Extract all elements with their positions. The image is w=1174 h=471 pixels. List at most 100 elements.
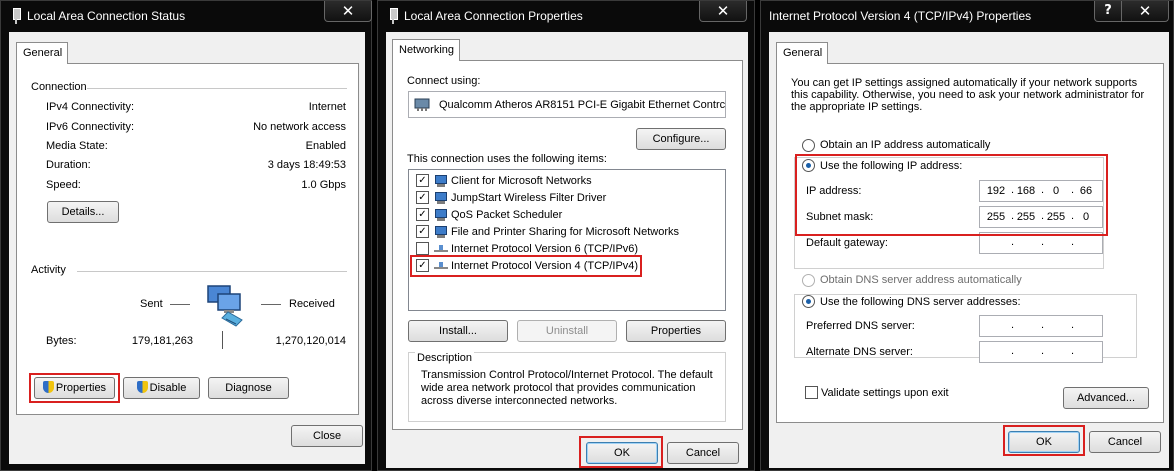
- sent-line: [170, 304, 190, 305]
- ipv6-connectivity-label: IPv6 Connectivity:: [46, 121, 135, 133]
- tab-general[interactable]: General: [16, 42, 68, 64]
- connection-heading: Connection: [31, 81, 87, 93]
- status-window-title: Local Area Connection Status: [27, 9, 186, 23]
- ip-octet: 192: [986, 185, 1006, 197]
- description-heading: Description: [415, 352, 475, 364]
- items-list: ✓ Client for Microsoft Networks ✓ JumpSt…: [408, 169, 726, 311]
- help-icon[interactable]: ?: [1094, 1, 1122, 22]
- ipv4-cancel-button[interactable]: Cancel: [1089, 431, 1161, 453]
- ipv4-ok-button[interactable]: OK: [1008, 431, 1080, 453]
- obtain-ip-auto-label[interactable]: Obtain an IP address automatically: [820, 139, 990, 151]
- networking-tab-panel: Connect using: Qualcomm Atheros AR8151 P…: [392, 60, 743, 430]
- list-item[interactable]: ✓ QoS Packet Scheduler: [409, 207, 725, 224]
- default-gateway-label: Default gateway:: [806, 237, 888, 249]
- bytes-received-value: 1,270,120,014: [275, 335, 346, 347]
- network-client-icon: [434, 209, 448, 222]
- speed-value: 1.0 Gbps: [301, 179, 346, 191]
- list-item[interactable]: ✓ JumpStart Wireless Filter Driver: [409, 190, 725, 207]
- use-following-ip-radio[interactable]: [802, 159, 815, 172]
- status-close-icon[interactable]: ✕: [324, 1, 372, 22]
- item-checkbox[interactable]: ✓: [416, 225, 429, 238]
- intro-text: You can get IP settings assigned automat…: [791, 77, 1145, 113]
- activity-heading: Activity: [31, 264, 66, 276]
- network-plug-icon: [387, 8, 399, 24]
- item-checkbox[interactable]: ✓: [416, 208, 429, 221]
- status-window: Local Area Connection Status ✕ General C…: [0, 0, 372, 471]
- item-checkbox[interactable]: ✓: [416, 191, 429, 204]
- properties-close-icon[interactable]: ✕: [699, 1, 747, 22]
- ip-octet: 168: [1016, 185, 1036, 197]
- ip-octet: 0: [1052, 185, 1060, 197]
- obtain-dns-auto-radio[interactable]: [802, 274, 815, 287]
- close-button[interactable]: Close: [291, 425, 363, 447]
- alternate-dns-field[interactable]: . . .: [979, 341, 1103, 363]
- ip-octet: 255: [986, 211, 1006, 223]
- protocol-icon: [434, 260, 448, 272]
- uninstall-button[interactable]: Uninstall: [517, 320, 617, 342]
- adapter-box: Qualcomm Atheros AR8151 PCI-E Gigabit Et…: [408, 91, 726, 118]
- obtain-ip-auto-radio[interactable]: [802, 139, 815, 152]
- ipv6-connectivity-value: No network access: [253, 121, 346, 133]
- validate-checkbox[interactable]: [805, 386, 818, 399]
- list-item[interactable]: Internet Protocol Version 6 (TCP/IPv6): [409, 241, 725, 258]
- media-state-value: Enabled: [305, 140, 346, 152]
- ipv4-titlebar[interactable]: Internet Protocol Version 4 (TCP/IPv4) P…: [761, 1, 1173, 31]
- ip-dot: .: [1071, 319, 1075, 331]
- obtain-dns-auto-label[interactable]: Obtain DNS server address automatically: [820, 274, 1022, 286]
- ip-dot: .: [1071, 345, 1075, 357]
- ipv4-close-icon[interactable]: ✕: [1121, 1, 1169, 22]
- disable-button-label: Disable: [149, 382, 187, 394]
- ok-button[interactable]: OK: [586, 442, 658, 464]
- properties-window: Local Area Connection Properties ✕ Netwo…: [377, 0, 755, 471]
- use-following-dns-label[interactable]: Use the following DNS server addresses:: [820, 296, 1024, 308]
- alternate-dns-label: Alternate DNS server:: [806, 346, 913, 358]
- tab-general[interactable]: General: [776, 42, 828, 64]
- duration-label: Duration:: [46, 159, 91, 171]
- disable-button[interactable]: Disable: [123, 377, 200, 399]
- advanced-button[interactable]: Advanced...: [1063, 387, 1149, 409]
- bytes-separator: [222, 331, 223, 349]
- activity-divider: [77, 271, 347, 272]
- received-label: Received: [289, 298, 335, 310]
- properties-button-label: Properties: [55, 382, 107, 394]
- status-titlebar[interactable]: Local Area Connection Status ✕: [1, 1, 372, 31]
- ip-dot: .: [1011, 236, 1015, 248]
- list-item[interactable]: ✓ File and Printer Sharing for Microsoft…: [409, 224, 725, 241]
- subnet-mask-field[interactable]: 255 . 255 . 255 . 0: [979, 206, 1103, 228]
- use-following-ip-label[interactable]: Use the following IP address:: [820, 160, 962, 172]
- configure-button[interactable]: Configure...: [636, 128, 726, 150]
- ip-address-label: IP address:: [806, 185, 862, 197]
- item-checkbox[interactable]: ✓: [416, 259, 429, 272]
- network-client-icon: [434, 192, 448, 205]
- description-group: Description Transmission Control Protoco…: [408, 352, 726, 422]
- list-item[interactable]: ✓ Client for Microsoft Networks: [409, 173, 725, 190]
- item-properties-button[interactable]: Properties: [626, 320, 726, 342]
- subnet-mask-label: Subnet mask:: [806, 211, 874, 223]
- ipv4-connectivity-value: Internet: [308, 101, 346, 113]
- item-checkbox[interactable]: [416, 242, 429, 255]
- validate-label[interactable]: Validate settings upon exit: [821, 387, 949, 399]
- tab-networking[interactable]: Networking: [392, 39, 460, 61]
- ipv4-client-area: General You can get IP settings assigned…: [769, 32, 1169, 468]
- item-label: QoS Packet Scheduler: [451, 209, 563, 221]
- properties-titlebar[interactable]: Local Area Connection Properties ✕: [378, 1, 754, 31]
- ip-address-field[interactable]: 192 . 168 . 0 . 66: [979, 180, 1103, 202]
- properties-button[interactable]: Properties: [34, 377, 115, 399]
- list-item[interactable]: ✓ Internet Protocol Version 4 (TCP/IPv4): [409, 258, 725, 275]
- ip-dot: .: [1011, 319, 1015, 331]
- cancel-button[interactable]: Cancel: [667, 442, 739, 464]
- items-label: This connection uses the following items…: [407, 153, 607, 165]
- default-gateway-field[interactable]: . . .: [979, 232, 1103, 254]
- use-following-dns-radio[interactable]: [802, 295, 815, 308]
- network-client-icon: [434, 226, 448, 239]
- network-client-icon: [434, 175, 448, 188]
- install-button[interactable]: Install...: [408, 320, 508, 342]
- item-checkbox[interactable]: ✓: [416, 174, 429, 187]
- uac-shield-icon: [136, 381, 148, 393]
- ip-octet: 255: [1046, 211, 1066, 223]
- details-button[interactable]: Details...: [47, 201, 119, 223]
- preferred-dns-field[interactable]: . . .: [979, 315, 1103, 337]
- ipv4-connectivity-label: IPv4 Connectivity:: [46, 101, 135, 113]
- item-label: Internet Protocol Version 6 (TCP/IPv6): [451, 243, 639, 255]
- diagnose-button[interactable]: Diagnose: [208, 377, 289, 399]
